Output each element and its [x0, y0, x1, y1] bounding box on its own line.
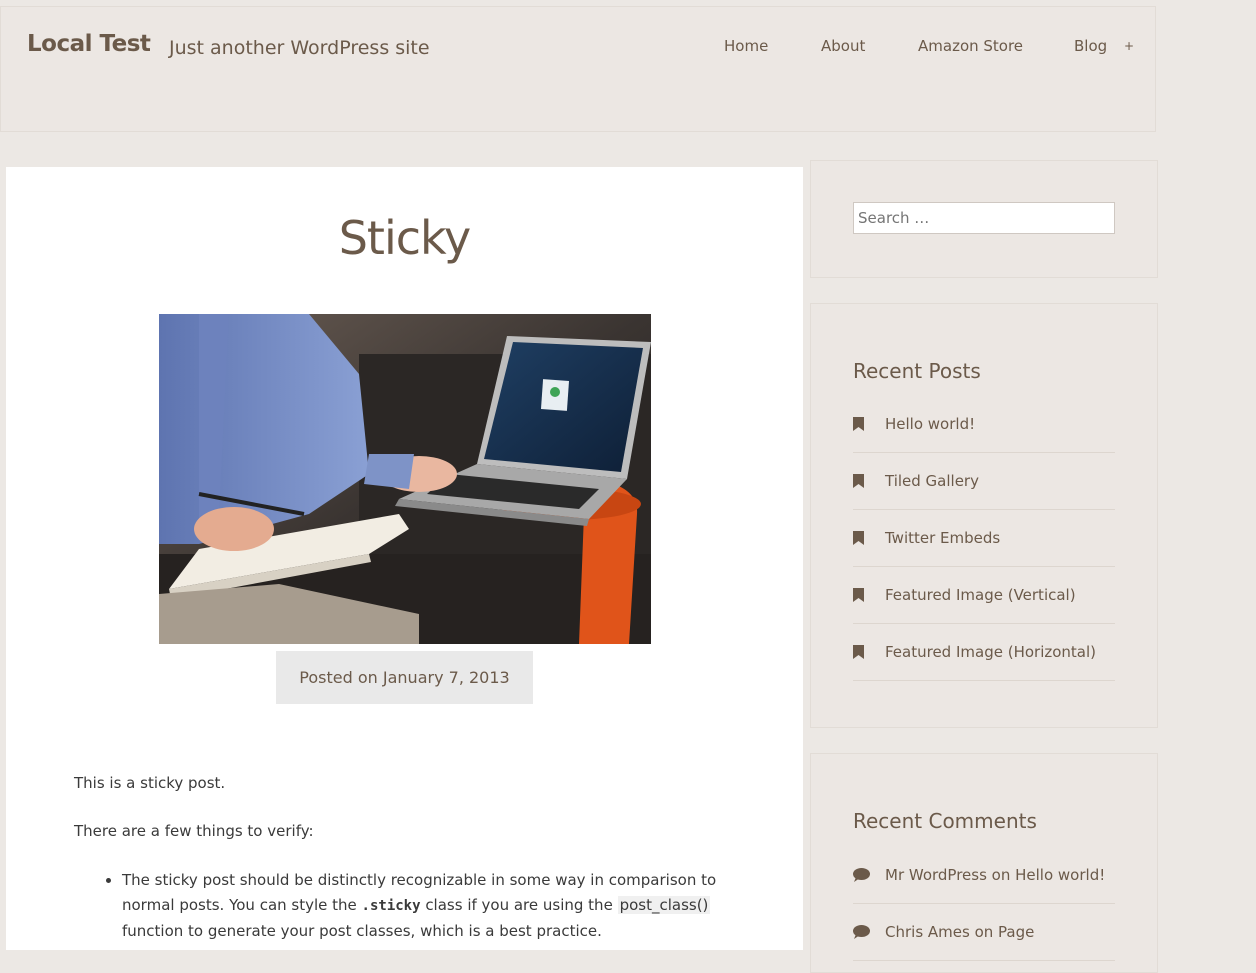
- submenu-toggle-icon[interactable]: +: [1124, 39, 1134, 53]
- list-item: Hello world!: [853, 396, 1115, 453]
- list-item: Mr WordPress on Hello world!: [853, 847, 1115, 904]
- recent-comments-widget: Recent Comments Mr WordPress on Hello wo…: [810, 753, 1158, 973]
- bookmark-icon: [853, 417, 885, 431]
- site-header: Local Test Just another WordPress site H…: [0, 6, 1156, 132]
- post-meta: Posted on January 7, 2013: [276, 651, 533, 704]
- nav-item-blog[interactable]: Blog: [1074, 37, 1107, 55]
- list-item: Featured Image (Vertical): [853, 567, 1115, 624]
- recent-comment-link[interactable]: Chris Ames on Page: [885, 923, 1034, 941]
- recent-post-link[interactable]: Featured Image (Vertical): [885, 586, 1076, 604]
- recent-posts-title: Recent Posts: [853, 359, 981, 383]
- post-list: The sticky post should be distinctly rec…: [74, 868, 724, 944]
- list-item: Tiled Gallery: [853, 453, 1115, 510]
- speech-bubble-icon: [853, 925, 885, 939]
- recent-post-link[interactable]: Featured Image (Horizontal): [885, 643, 1096, 661]
- speech-bubble-icon: [853, 868, 885, 882]
- nav-item-home[interactable]: Home: [724, 37, 768, 55]
- posted-prefix: Posted on: [299, 668, 378, 687]
- site-title[interactable]: Local Test: [27, 31, 151, 57]
- post-paragraph: There are a few things to verify:: [74, 822, 314, 840]
- bookmark-icon: [853, 474, 885, 488]
- post-paragraph: This is a sticky post.: [74, 774, 226, 792]
- list-item: Featured Image (Horizontal): [853, 624, 1115, 681]
- post-article: Sticky Posted on January 7, 2013 This is…: [6, 167, 803, 950]
- list-item-text: function to generate your post classes, …: [122, 922, 602, 940]
- inline-function: post_class(): [617, 896, 711, 914]
- nav-item-amazon-store[interactable]: Amazon Store: [918, 37, 1023, 55]
- search-widget: [810, 160, 1158, 278]
- recent-comments-title: Recent Comments: [853, 809, 1037, 833]
- inline-code: .sticky: [361, 898, 421, 914]
- list-item: The sticky post should be distinctly rec…: [122, 868, 724, 944]
- nav-item-about[interactable]: About: [821, 37, 865, 55]
- list-item: Chris Ames on Page: [853, 904, 1115, 961]
- post-title: Sticky: [338, 211, 472, 265]
- recent-post-link[interactable]: Twitter Embeds: [885, 529, 1000, 547]
- recent-comments-list: Mr WordPress on Hello world! Chris Ames …: [853, 847, 1115, 961]
- bookmark-icon: [853, 531, 885, 545]
- recent-posts-widget: Recent Posts Hello world! Tiled Gallery …: [810, 303, 1158, 728]
- post-date-link[interactable]: January 7, 2013: [383, 668, 510, 687]
- bookmark-icon: [853, 588, 885, 602]
- post-content: This is a sticky post. There are a few t…: [74, 772, 724, 944]
- recent-post-link[interactable]: Hello world!: [885, 415, 975, 433]
- site-description: Just another WordPress site: [169, 37, 430, 59]
- featured-image: [159, 314, 651, 644]
- list-item: Twitter Embeds: [853, 510, 1115, 567]
- recent-post-link[interactable]: Tiled Gallery: [885, 472, 979, 490]
- laptop-photo-illustration: [159, 314, 651, 644]
- list-item-text: class if you are using the: [420, 896, 618, 914]
- recent-posts-list: Hello world! Tiled Gallery Twitter Embed…: [853, 396, 1115, 681]
- search-input[interactable]: [853, 202, 1115, 234]
- bookmark-icon: [853, 645, 885, 659]
- recent-comment-link[interactable]: Mr WordPress on Hello world!: [885, 866, 1105, 884]
